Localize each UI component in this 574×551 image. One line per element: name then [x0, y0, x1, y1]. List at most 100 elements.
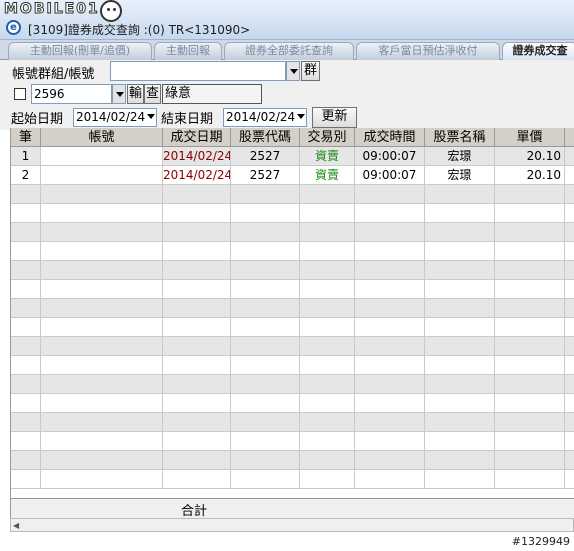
- empty-cell: [11, 223, 41, 242]
- empty-cell: [163, 280, 231, 299]
- tab-active-report[interactable]: 主動回報: [154, 42, 222, 60]
- query-button[interactable]: 查: [144, 84, 161, 104]
- empty-cell: [355, 451, 425, 470]
- start-date-select[interactable]: 2014/02/24: [73, 108, 157, 127]
- empty-cell: [495, 299, 565, 318]
- empty-cell: [425, 261, 495, 280]
- empty-cell: [163, 451, 231, 470]
- stock-code-dropdown-icon[interactable]: [112, 84, 126, 104]
- empty-cell: [565, 375, 574, 394]
- empty-cell: [565, 204, 574, 223]
- empty-cell: [425, 242, 495, 261]
- column-header-code[interactable]: 股票代碼: [231, 128, 300, 147]
- column-header-price[interactable]: 單價: [495, 128, 565, 147]
- empty-cell: [163, 356, 231, 375]
- empty-cell: [565, 413, 574, 432]
- empty-cell: [163, 394, 231, 413]
- empty-cell: [231, 432, 300, 451]
- empty-cell: [231, 413, 300, 432]
- empty-cell: [355, 432, 425, 451]
- empty-cell: [355, 413, 425, 432]
- scroll-left-arrow-icon[interactable]: ◀: [13, 521, 19, 530]
- column-header-date[interactable]: 成交日期: [163, 128, 231, 147]
- empty-cell: [425, 280, 495, 299]
- column-header-time[interactable]: 成交時間: [355, 128, 425, 147]
- empty-cell: [565, 223, 574, 242]
- cell-price: 20.10: [495, 166, 565, 185]
- column-header-name[interactable]: 股票名稱: [425, 128, 495, 147]
- cell-side: 資賣: [300, 147, 355, 166]
- empty-cell: [300, 451, 355, 470]
- table-footer: 合計: [11, 498, 574, 519]
- empty-cell: [300, 413, 355, 432]
- column-header-side[interactable]: 交易別: [300, 128, 355, 147]
- empty-cell: [11, 261, 41, 280]
- empty-cell: [425, 413, 495, 432]
- empty-cell: [355, 318, 425, 337]
- column-header-extra[interactable]: [565, 128, 574, 147]
- refresh-button[interactable]: 更新: [312, 107, 357, 128]
- empty-cell: [565, 470, 574, 489]
- watermark-face-icon: [100, 0, 122, 22]
- empty-cell: [355, 280, 425, 299]
- cell-code: 2527: [231, 166, 300, 185]
- empty-cell: [300, 261, 355, 280]
- empty-cell: [231, 299, 300, 318]
- empty-cell: [41, 375, 163, 394]
- horizontal-scrollbar[interactable]: ◀: [10, 518, 574, 532]
- tab-trade-query[interactable]: 證券成交查: [502, 42, 574, 60]
- empty-cell: [163, 470, 231, 489]
- empty-cell: [11, 413, 41, 432]
- empty-cell: [11, 299, 41, 318]
- account-group-input[interactable]: [110, 61, 286, 81]
- trade-table: 筆帳號 成交日期 股票代碼 交易別 成交時間 股票名稱 單價 1 2014/02/24 2527 資…: [10, 128, 574, 519]
- tab-net-settlement[interactable]: 客戶當日預估淨收付: [356, 42, 500, 60]
- empty-cell: [495, 242, 565, 261]
- empty-cell: [495, 413, 565, 432]
- empty-cell: [163, 242, 231, 261]
- empty-cell: [41, 413, 163, 432]
- empty-cell: [300, 185, 355, 204]
- empty-cell: [231, 318, 300, 337]
- stock-code-input[interactable]: 2596: [31, 84, 112, 104]
- empty-cell: [231, 185, 300, 204]
- empty-cell: [11, 432, 41, 451]
- empty-cell: [495, 204, 565, 223]
- cell-date: 2014/02/24: [163, 147, 231, 166]
- empty-cell: [231, 375, 300, 394]
- end-date-select[interactable]: 2014/02/24: [223, 108, 307, 127]
- empty-cell: [300, 242, 355, 261]
- cell-account: [41, 147, 163, 166]
- empty-cell: [355, 375, 425, 394]
- start-date-value: 2014/02/24: [76, 110, 146, 124]
- watermark-id: #1329949: [511, 535, 570, 548]
- empty-cell: [300, 470, 355, 489]
- empty-cell: [231, 337, 300, 356]
- tab-active-report-cancel[interactable]: 主動回報(刪單/追價): [8, 42, 152, 60]
- empty-cell: [425, 432, 495, 451]
- empty-cell: [425, 223, 495, 242]
- empty-cell: [163, 299, 231, 318]
- empty-cell: [300, 337, 355, 356]
- empty-cell: [425, 394, 495, 413]
- group-button[interactable]: 群: [301, 61, 320, 81]
- empty-cell: [41, 185, 163, 204]
- input-button[interactable]: 輸: [127, 84, 144, 104]
- empty-cell: [565, 261, 574, 280]
- empty-cell: [41, 223, 163, 242]
- empty-cell: [425, 356, 495, 375]
- empty-cell: [163, 375, 231, 394]
- column-header-account[interactable]: 帳號: [41, 128, 163, 147]
- empty-cell: [11, 375, 41, 394]
- cell-name: 宏璟: [425, 166, 495, 185]
- empty-cell: [41, 318, 163, 337]
- empty-cell: [163, 432, 231, 451]
- column-header-no[interactable]: 筆: [11, 128, 41, 147]
- empty-cell: [41, 470, 163, 489]
- empty-cell: [41, 356, 163, 375]
- empty-cell: [163, 318, 231, 337]
- stock-checkbox[interactable]: [14, 88, 26, 100]
- tab-all-orders[interactable]: 證券全部委託查詢: [224, 42, 354, 60]
- account-group-dropdown-icon[interactable]: [286, 61, 300, 81]
- empty-cell: [11, 242, 41, 261]
